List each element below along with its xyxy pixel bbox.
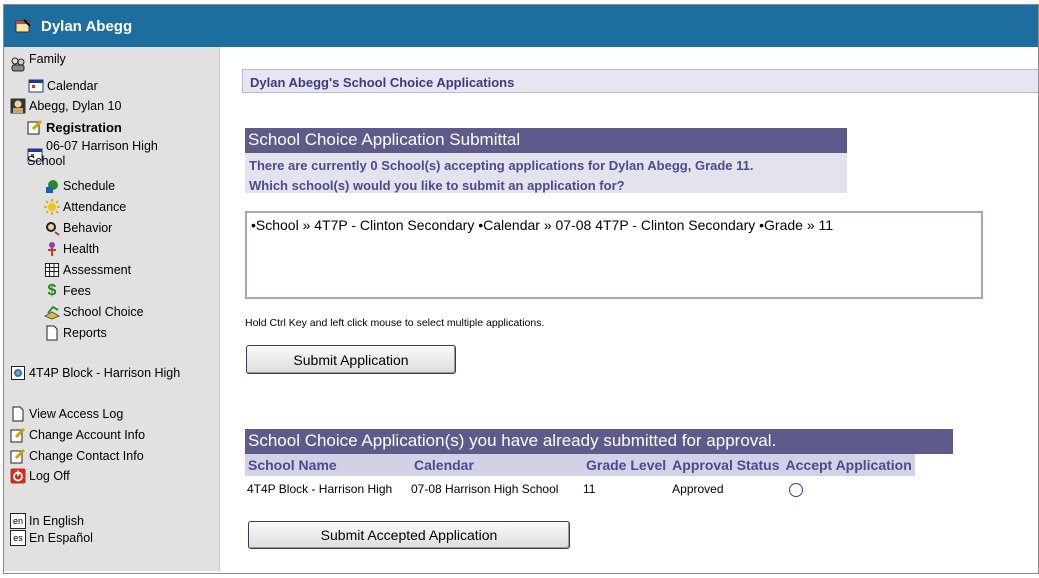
sidebar-item-block[interactable]: 4T4P Block - Harrison High [10, 365, 180, 381]
column-header-calendar: Calendar [411, 454, 583, 476]
calendar-icon [28, 78, 44, 94]
sidebar-item-assessment[interactable]: Assessment [44, 262, 131, 278]
submit-accepted-application-button[interactable]: Submit Accepted Application [248, 521, 570, 549]
app-window: Dylan Abegg Family Calendar Abegg, Dylan… [3, 4, 1039, 574]
attendance-icon [44, 199, 60, 215]
submit-application-button[interactable]: Submit Application [246, 345, 456, 374]
edit-icon [10, 448, 26, 464]
submitted-applications-table: School Name Calendar Grade Level Approva… [245, 454, 915, 500]
column-header-accept: Accept Application [782, 454, 915, 476]
submitted-section-header: School Choice Application(s) you have al… [245, 429, 953, 454]
document-icon [10, 406, 26, 422]
power-icon [10, 468, 26, 484]
language-en-icon: en [10, 513, 26, 529]
sidebar-item-behavior[interactable]: Behavior [44, 220, 112, 236]
health-icon [44, 241, 60, 257]
submittal-section-info: There are currently 0 School(s) acceptin… [245, 153, 847, 193]
sidebar-item-log-off[interactable]: Log Off [10, 468, 70, 484]
application-option[interactable]: •School » 4T7P - Clinton Secondary •Cale… [251, 217, 977, 233]
sidebar-item-schedule[interactable]: Schedule [44, 178, 115, 194]
multi-select-hint: Hold Ctrl Key and left click mouse to se… [245, 317, 545, 329]
edit-icon [10, 427, 26, 443]
table-header-row: School Name Calendar Grade Level Approva… [245, 454, 915, 476]
column-header-grade: Grade Level [583, 454, 670, 476]
sidebar-item-student[interactable]: Abegg, Dylan 10 [10, 98, 121, 114]
main-content: Dylan Abegg's School Choice Applications… [220, 47, 1038, 573]
sidebar-item-calendar-school[interactable]: 06-07 Harrison High School [27, 139, 158, 169]
sidebar-item-reports[interactable]: Reports [44, 325, 107, 341]
dollar-icon: $ [47, 282, 57, 299]
sidebar-item-health[interactable]: Health [44, 241, 99, 257]
question-text: Which school(s) would you like to submit… [249, 178, 625, 193]
document-icon [44, 325, 60, 341]
notepad-icon [15, 19, 31, 33]
cell-school: 4T4P Block - Harrison High [247, 482, 393, 497]
column-header-approval: Approval Status [669, 454, 783, 476]
accept-radio[interactable] [788, 482, 803, 497]
sidebar-item-family[interactable]: Family [10, 52, 66, 72]
accepting-count-text: There are currently 0 School(s) acceptin… [249, 158, 754, 173]
sidebar-item-english[interactable]: en In English [10, 513, 84, 529]
column-header-school: School Name [245, 454, 411, 476]
sidebar-item-fees[interactable]: $ Fees [44, 283, 91, 299]
title-bar: Dylan Abegg [4, 5, 1038, 47]
registration-icon [27, 119, 43, 135]
sidebar-item-registration[interactable]: Registration [27, 119, 122, 135]
window-title: Dylan Abegg [41, 17, 133, 35]
sidebar-item-change-account[interactable]: Change Account Info [10, 427, 145, 443]
sidebar: Family Calendar Abegg, Dylan 10 Registra… [4, 47, 220, 571]
page-title: Dylan Abegg's School Choice Applications [242, 69, 1038, 93]
sidebar-item-change-contact[interactable]: Change Contact Info [10, 448, 144, 464]
cell-grade: 11 [583, 482, 596, 497]
behavior-icon [44, 220, 60, 236]
cell-accept [783, 476, 915, 500]
sidebar-item-school-choice[interactable]: School Choice [43, 304, 144, 320]
submittal-section-header: School Choice Application Submittal [245, 128, 847, 153]
sidebar-item-espanol[interactable]: es En Español [10, 530, 93, 546]
assessment-icon [44, 262, 60, 278]
sidebar-item-attendance[interactable]: Attendance [44, 199, 126, 215]
schedule-icon [44, 178, 60, 194]
sidebar-item-view-access-log[interactable]: View Access Log [10, 406, 123, 422]
table-row: 4T4P Block - Harrison High 07-08 Harriso… [245, 476, 915, 500]
student-icon [10, 98, 26, 114]
cell-calendar: 07-08 Harrison High School [411, 482, 559, 497]
school-choice-icon [43, 304, 61, 320]
block-icon [10, 365, 26, 381]
sidebar-item-family-calendar[interactable]: Calendar [28, 78, 98, 94]
language-es-icon: es [10, 530, 26, 546]
family-icon [10, 56, 26, 72]
cell-status: Approved [672, 482, 724, 497]
application-listbox[interactable]: •School » 4T7P - Clinton Secondary •Cale… [245, 211, 983, 299]
